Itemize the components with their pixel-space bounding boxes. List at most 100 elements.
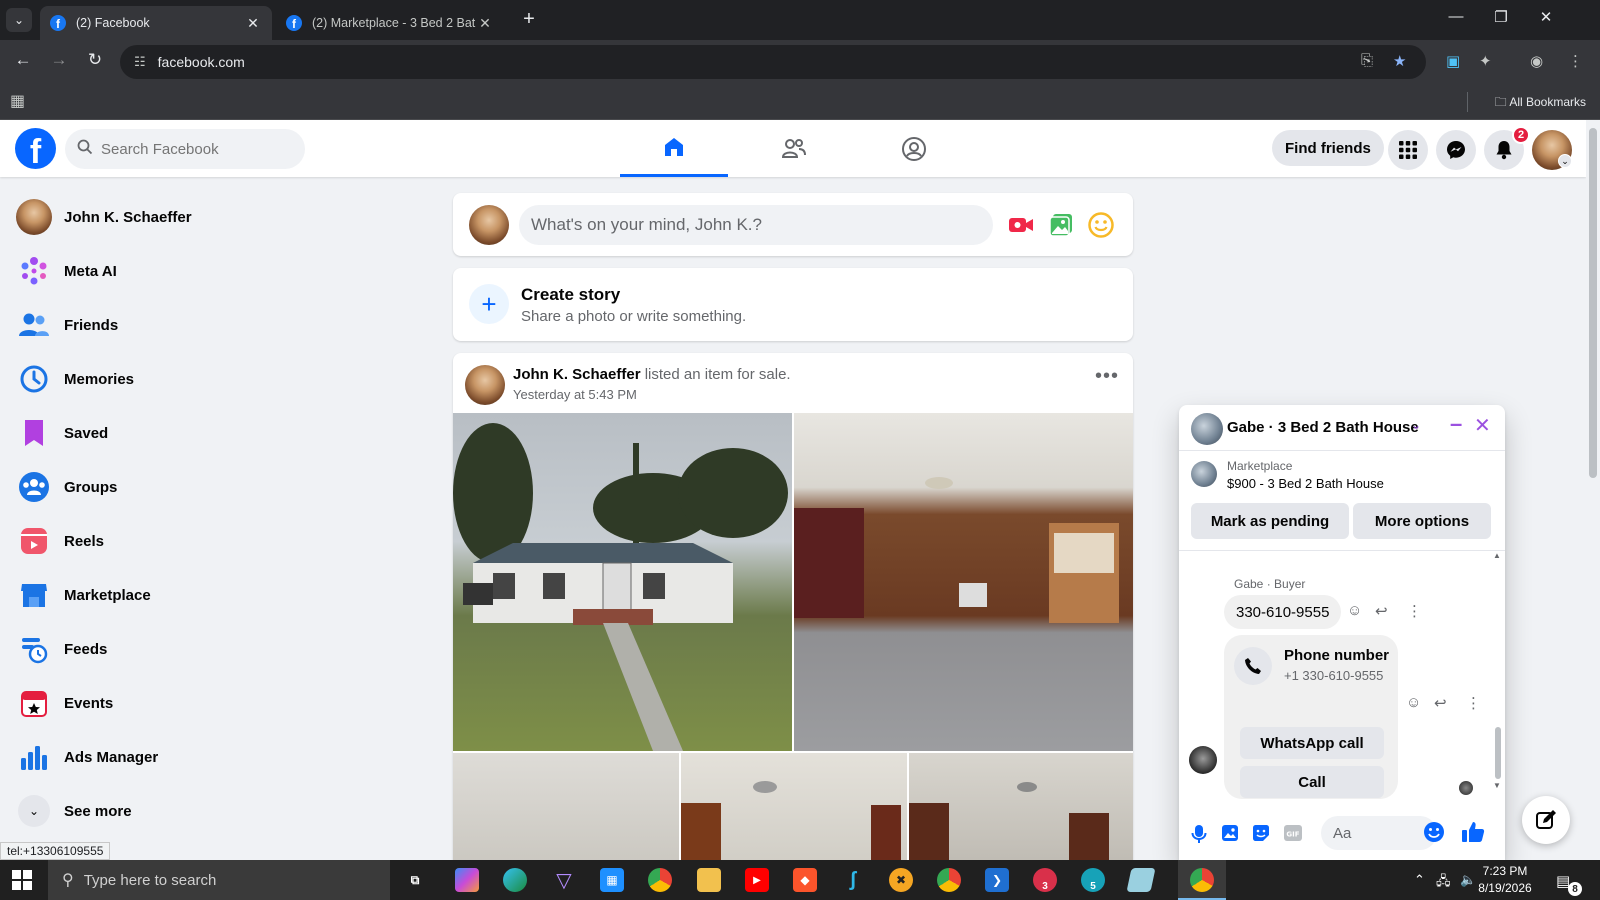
page-scroll-thumb[interactable] bbox=[1589, 128, 1597, 478]
create-story-card[interactable]: + Create story Share a photo or write so… bbox=[453, 268, 1133, 341]
file-explorer-icon[interactable] bbox=[697, 868, 721, 892]
minimize-chat-icon[interactable]: – bbox=[1450, 411, 1462, 437]
whatsapp-call-button[interactable]: WhatsApp call bbox=[1240, 727, 1384, 759]
forward-button[interactable]: → bbox=[46, 50, 72, 70]
post-more-options-icon[interactable]: ••• bbox=[1095, 365, 1119, 388]
feeling-activity-icon[interactable] bbox=[1085, 209, 1117, 241]
more-options-button[interactable]: More options bbox=[1353, 503, 1491, 539]
composer-input[interactable]: What's on your mind, John K.? bbox=[519, 205, 993, 245]
restore-window-button[interactable]: ❐ bbox=[1486, 8, 1516, 26]
profile-icon[interactable]: ◉ bbox=[1530, 52, 1543, 70]
new-message-button[interactable] bbox=[1522, 796, 1570, 844]
nav-home-tab[interactable] bbox=[620, 120, 728, 177]
reply-icon[interactable]: ↩ bbox=[1434, 694, 1447, 712]
new-tab-button[interactable]: + bbox=[516, 8, 542, 31]
sidebar-item-memories[interactable]: Memories bbox=[8, 352, 428, 406]
all-bookmarks-button[interactable]: 🗀 All Bookmarks bbox=[1495, 93, 1586, 114]
store-icon[interactable]: ▦ bbox=[600, 868, 624, 892]
post-author-name[interactable]: John K. Schaeffer bbox=[513, 366, 641, 383]
sidebar-item-events[interactable]: Events bbox=[8, 676, 428, 730]
taskbar-clock[interactable]: 7:23 PM 8/19/2026 bbox=[1470, 863, 1540, 897]
nav-profile-tab[interactable] bbox=[860, 120, 968, 177]
taskbar-app-badge-5[interactable]: 5 bbox=[1081, 868, 1105, 892]
tab-facebook[interactable]: f (2) Facebook ✕ bbox=[40, 6, 272, 40]
listing-photo-room-3[interactable] bbox=[453, 753, 679, 873]
account-chevron-icon[interactable]: ⌄ bbox=[1558, 154, 1572, 168]
mark-as-pending-button[interactable]: Mark as pending bbox=[1191, 503, 1349, 539]
app-s-icon[interactable]: ʃ bbox=[841, 868, 865, 892]
app-x-icon[interactable]: ✖ bbox=[889, 868, 913, 892]
gif-icon[interactable]: GIF bbox=[1283, 824, 1303, 847]
chrome-profile-icon[interactable] bbox=[937, 868, 961, 892]
sender-avatar[interactable] bbox=[1189, 746, 1217, 774]
tab-search-button[interactable]: ⌄ bbox=[6, 8, 32, 32]
live-video-icon[interactable] bbox=[1005, 209, 1037, 241]
scroll-up-icon[interactable]: ▲ bbox=[1493, 551, 1501, 560]
scroll-down-icon[interactable]: ▼ bbox=[1493, 781, 1501, 790]
sidebar-item-profile[interactable]: John K. Schaeffer bbox=[8, 190, 428, 244]
notifications-button[interactable]: 2 bbox=[1484, 126, 1530, 170]
site-info-icon[interactable]: ☷ bbox=[134, 54, 146, 70]
photo-video-icon[interactable] bbox=[1045, 209, 1077, 241]
chat-scroll-thumb[interactable] bbox=[1495, 727, 1501, 779]
sidebar-item-saved[interactable]: Saved bbox=[8, 406, 428, 460]
call-button[interactable]: Call bbox=[1240, 766, 1384, 798]
listing-photo-room-4[interactable] bbox=[681, 753, 907, 873]
sticker-icon[interactable] bbox=[1252, 824, 1270, 847]
sidebar-item-marketplace[interactable]: Marketplace bbox=[8, 568, 428, 622]
listing-photo-room-5[interactable] bbox=[909, 753, 1133, 873]
close-tab-icon[interactable]: ✕ bbox=[244, 15, 262, 32]
extension-meet-icon[interactable]: ▣ bbox=[1446, 52, 1460, 70]
youtube-icon[interactable]: ▶ bbox=[745, 868, 769, 892]
taskbar-search[interactable]: ⚲ Type here to search bbox=[48, 860, 390, 900]
find-friends-button[interactable]: Find friends bbox=[1272, 130, 1384, 166]
vscode-icon[interactable]: ❯ bbox=[985, 868, 1009, 892]
react-icon[interactable]: ☺ bbox=[1406, 694, 1421, 711]
sidebar-item-ads-manager[interactable]: Ads Manager bbox=[8, 730, 428, 784]
emoji-icon[interactable] bbox=[1423, 821, 1445, 848]
attach-image-icon[interactable] bbox=[1221, 824, 1239, 847]
chat-scrollbar[interactable]: ▲ ▼ bbox=[1493, 551, 1501, 801]
address-bar[interactable]: ☷ facebook.com bbox=[120, 45, 1426, 79]
listing-photo-living-room[interactable] bbox=[794, 413, 1133, 751]
sidebar-item-groups[interactable]: Groups bbox=[8, 460, 428, 514]
thumbs-up-icon[interactable] bbox=[1461, 820, 1485, 849]
nav-friends-tab[interactable] bbox=[740, 120, 848, 177]
close-chat-icon[interactable]: ✕ bbox=[1474, 413, 1491, 438]
windows-start-icon[interactable] bbox=[12, 870, 32, 895]
sidebar-see-more[interactable]: ⌄ See more bbox=[8, 784, 428, 838]
vpn-app-icon[interactable]: ▽ bbox=[552, 868, 576, 892]
install-app-icon[interactable]: ⎘ bbox=[1361, 52, 1373, 69]
composer-avatar[interactable] bbox=[469, 205, 509, 245]
chat-title[interactable]: Gabe · 3 Bed 2 Bath House bbox=[1227, 419, 1419, 436]
tray-overflow-icon[interactable]: ⌃ bbox=[1414, 872, 1425, 888]
minimize-window-button[interactable]: — bbox=[1441, 8, 1471, 25]
taskbar-app-badge-3[interactable]: 3 bbox=[1033, 868, 1057, 892]
task-view-icon[interactable]: ⧉ bbox=[403, 868, 427, 892]
message-more-icon[interactable]: ⋮ bbox=[1407, 602, 1422, 620]
apps-grid-icon[interactable]: ▦ bbox=[10, 91, 25, 111]
close-tab-icon[interactable]: ✕ bbox=[476, 15, 494, 32]
tab-marketplace[interactable]: f (2) Marketplace - 3 Bed 2 Bath ✕ bbox=[276, 6, 504, 40]
messenger-button[interactable] bbox=[1436, 130, 1476, 170]
sidebar-item-feeds[interactable]: Feeds bbox=[8, 622, 428, 676]
message-input[interactable]: Aa bbox=[1321, 816, 1437, 850]
brave-icon[interactable]: ◆ bbox=[793, 868, 817, 892]
message-more-icon[interactable]: ⋮ bbox=[1466, 694, 1481, 712]
post-author-avatar[interactable] bbox=[465, 365, 505, 405]
browser-menu-icon[interactable]: ⋮ bbox=[1568, 52, 1583, 70]
search-input[interactable] bbox=[101, 140, 291, 158]
chrome-active-icon[interactable] bbox=[1190, 868, 1214, 892]
extensions-icon[interactable]: ✦ bbox=[1479, 52, 1492, 70]
sidebar-item-friends[interactable]: Friends bbox=[8, 298, 428, 352]
post-timestamp[interactable]: Yesterday at 5:43 PM bbox=[513, 387, 637, 402]
page-scrollbar[interactable] bbox=[1586, 120, 1600, 860]
bookmark-star-icon[interactable]: ★ bbox=[1393, 52, 1406, 70]
listing-photo-exterior[interactable] bbox=[453, 413, 792, 751]
sidebar-item-meta-ai[interactable]: Meta AI bbox=[8, 244, 428, 298]
notes-app-icon[interactable] bbox=[1126, 868, 1156, 892]
edge-icon[interactable] bbox=[503, 868, 527, 892]
chevron-down-icon[interactable]: ⌄ bbox=[1411, 418, 1421, 432]
react-icon[interactable]: ☺ bbox=[1347, 602, 1362, 619]
microphone-icon[interactable] bbox=[1191, 824, 1207, 849]
